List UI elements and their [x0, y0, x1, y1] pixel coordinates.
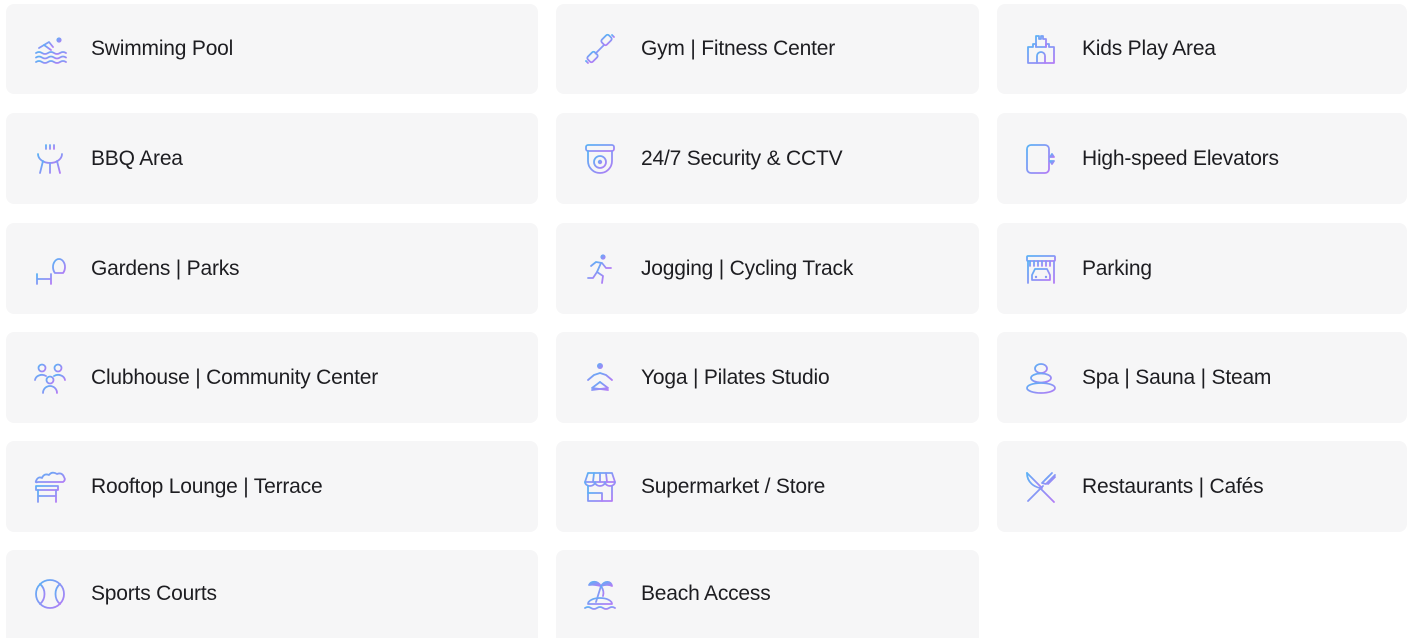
amenity-restaurants[interactable]: Restaurants | Cafés [997, 441, 1407, 532]
amenity-label: High-speed Elevators [1082, 146, 1279, 170]
amenity-yoga-studio[interactable]: Yoga | Pilates Studio [556, 332, 979, 423]
rooftop-lounge-icon [32, 469, 68, 505]
amenity-label: Spa | Sauna | Steam [1082, 365, 1272, 389]
yoga-icon [582, 360, 618, 396]
amenity-label: BBQ Area [91, 146, 183, 170]
amenity-label: Sports Courts [91, 582, 217, 605]
amenity-label: Gym | Fitness Center [641, 37, 836, 60]
amenity-sports-courts[interactable]: Sports Courts [6, 550, 538, 638]
runner-icon [582, 251, 618, 287]
community-people-icon [32, 360, 68, 396]
amenity-rooftop-lounge[interactable]: Rooftop Lounge | Terrace [6, 441, 538, 532]
amenity-label: Yoga | Pilates Studio [641, 365, 830, 389]
bbq-grill-icon [32, 141, 68, 177]
amenity-label: Kids Play Area [1082, 37, 1216, 60]
amenity-clubhouse[interactable]: Clubhouse | Community Center [6, 332, 538, 423]
fork-knife-icon [1023, 469, 1059, 505]
amenity-supermarket[interactable]: Supermarket / Store [556, 441, 979, 532]
dumbbell-icon [582, 31, 618, 67]
tennis-ball-icon [32, 576, 68, 612]
amenity-label: Restaurants | Cafés [1082, 474, 1264, 498]
spa-stones-icon [1023, 360, 1059, 396]
store-icon [582, 469, 618, 505]
park-bench-tree-icon [32, 251, 68, 287]
elevator-icon [1023, 141, 1059, 177]
amenity-label: Clubhouse | Community Center [91, 365, 378, 389]
castle-icon [1023, 31, 1059, 67]
amenity-label: 24/7 Security & CCTV [641, 146, 843, 170]
amenity-bbq-area[interactable]: BBQ Area [6, 113, 538, 204]
amenity-label: Gardens | Parks [91, 256, 240, 280]
cctv-camera-icon [582, 141, 618, 177]
amenity-kids-play-area[interactable]: Kids Play Area [997, 4, 1407, 94]
amenity-label: Rooftop Lounge | Terrace [91, 474, 323, 498]
amenity-jogging-track[interactable]: Jogging | Cycling Track [556, 223, 979, 314]
swimming-pool-icon [32, 31, 68, 67]
amenity-gardens-parks[interactable]: Gardens | Parks [6, 223, 538, 314]
amenity-gym[interactable]: Gym | Fitness Center [556, 4, 979, 94]
amenities-grid: Swimming Pool Gym | Fitness Center Kids … [0, 0, 1412, 638]
amenity-beach-access[interactable]: Beach Access [556, 550, 979, 638]
amenity-swimming-pool[interactable]: Swimming Pool [6, 4, 538, 94]
amenity-spa[interactable]: Spa | Sauna | Steam [997, 332, 1407, 423]
amenity-security[interactable]: 24/7 Security & CCTV [556, 113, 979, 204]
amenity-label: Beach Access [641, 582, 771, 605]
palm-island-icon [582, 576, 618, 612]
amenity-parking[interactable]: Parking [997, 223, 1407, 314]
amenity-label: Swimming Pool [91, 37, 234, 60]
amenity-label: Supermarket / Store [641, 474, 826, 498]
parking-garage-icon [1023, 251, 1059, 287]
amenity-elevators[interactable]: High-speed Elevators [997, 113, 1407, 204]
amenity-label: Parking [1082, 256, 1152, 280]
amenity-label: Jogging | Cycling Track [641, 256, 854, 280]
